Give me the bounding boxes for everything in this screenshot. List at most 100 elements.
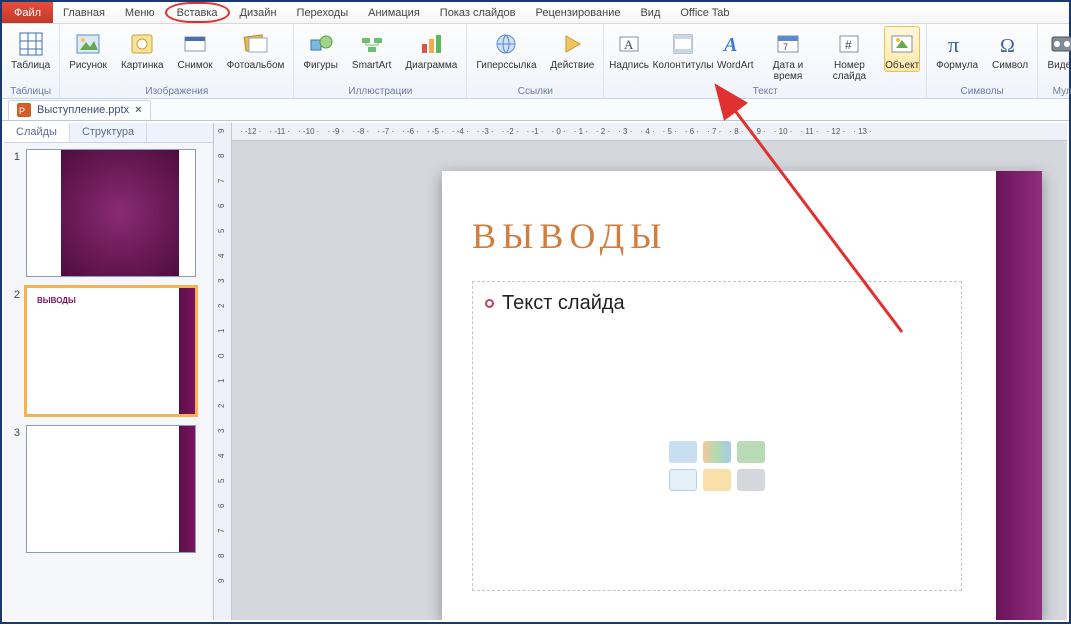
slide-thumb-1[interactable]: [26, 149, 196, 277]
smartart-button[interactable]: SmartArt: [349, 26, 394, 72]
bullet-icon: [485, 299, 494, 308]
thumb-number: 1: [8, 149, 20, 277]
datetime-label: Дата и время: [764, 60, 811, 82]
placeholder-icons[interactable]: [669, 441, 765, 491]
tab-menu[interactable]: Меню: [115, 2, 165, 23]
wordart-button[interactable]: A WordArt: [717, 26, 753, 72]
smartart-icon: [357, 29, 387, 59]
screenshot-button[interactable]: Снимок: [175, 26, 216, 72]
slidenumber-icon: #: [834, 29, 864, 59]
symbol-button[interactable]: ΩСимвол: [989, 26, 1031, 72]
insert-chart-icon[interactable]: [703, 441, 731, 463]
clipart-label: Картинка: [121, 60, 164, 71]
side-pane-tabs: Слайды Структура: [4, 123, 213, 143]
insert-picture-icon[interactable]: [669, 469, 697, 491]
insert-clipart-icon[interactable]: [703, 469, 731, 491]
svg-text:A: A: [722, 34, 737, 56]
wordart-label: WordArt: [717, 60, 754, 71]
pane-tab-outline[interactable]: Структура: [70, 123, 147, 142]
shapes-button[interactable]: Фигуры: [300, 26, 340, 72]
tab-home[interactable]: Главная: [53, 2, 115, 23]
thumb-row[interactable]: 1: [8, 149, 207, 277]
tab-file[interactable]: Файл: [2, 2, 53, 23]
object-icon: [887, 29, 917, 59]
headerfooter-button[interactable]: Колонтитулы: [656, 26, 709, 72]
insert-table-icon[interactable]: [669, 441, 697, 463]
slide-title[interactable]: ВЫВОДЫ: [472, 215, 668, 257]
slide[interactable]: ВЫВОДЫ Текст слайда: [442, 171, 1042, 620]
slide-thumbnails[interactable]: 1 2 ВЫВОДЫ 3: [4, 143, 213, 569]
tab-officetab[interactable]: Office Tab: [670, 2, 739, 23]
chart-button[interactable]: Диаграмма: [402, 26, 460, 72]
photoalbum-label: Фотоальбом: [227, 60, 285, 71]
menu-tabs: Файл Главная Меню Вставка Дизайн Переход…: [2, 2, 1069, 24]
datetime-button[interactable]: 7Дата и время: [761, 26, 814, 83]
tab-view[interactable]: Вид: [630, 2, 670, 23]
tab-slideshow[interactable]: Показ слайдов: [430, 2, 526, 23]
textbox-button[interactable]: AНадпись: [610, 26, 648, 72]
textbox-icon: A: [614, 29, 644, 59]
photoalbum-button[interactable]: Фотоальбом: [224, 26, 288, 72]
tab-animation[interactable]: Анимация: [358, 2, 430, 23]
screenshot-icon: [180, 29, 210, 59]
action-button[interactable]: Действие: [547, 26, 597, 72]
group-text-label: Текст: [610, 86, 920, 98]
slide-thumb-2[interactable]: ВЫВОДЫ: [26, 287, 196, 415]
thumb-number: 2: [8, 287, 20, 415]
bullet-line[interactable]: Текст слайда: [473, 282, 961, 325]
slide-thumb-3[interactable]: [26, 425, 196, 553]
workspace: Слайды Структура 1 2 ВЫВОДЫ 3: [4, 123, 1067, 620]
screenshot-label: Снимок: [178, 60, 213, 71]
slidenumber-label: Номер слайда: [826, 60, 873, 82]
datetime-icon: 7: [773, 29, 803, 59]
table-button[interactable]: Таблица: [8, 26, 53, 72]
thumb-number: 3: [8, 425, 20, 553]
group-illustrations-label: Иллюстрации: [300, 86, 460, 98]
group-links: Гиперссылка Действие Ссылки: [467, 24, 604, 98]
thumb-row[interactable]: 3: [8, 425, 207, 553]
tab-insert[interactable]: Вставка: [165, 2, 230, 23]
insert-media-icon[interactable]: [737, 469, 765, 491]
video-button[interactable]: Видео: [1044, 26, 1071, 72]
ribbon-insert: Таблица Таблицы Рисунок Картинка Снимок …: [2, 24, 1069, 99]
slide-gradient: [996, 171, 1042, 620]
textbox-label: Надпись: [609, 60, 649, 71]
group-links-label: Ссылки: [473, 86, 597, 98]
headerfooter-label: Колонтитулы: [653, 60, 713, 71]
shapes-label: Фигуры: [303, 60, 337, 71]
clipart-icon: [127, 29, 157, 59]
group-illustrations: Фигуры SmartArt Диаграмма Иллюстрации: [294, 24, 467, 98]
tab-transitions[interactable]: Переходы: [287, 2, 359, 23]
insert-smartart-icon[interactable]: [737, 441, 765, 463]
pane-tab-slides[interactable]: Слайды: [4, 123, 70, 142]
symbol-icon: Ω: [995, 29, 1025, 59]
action-icon: [557, 29, 587, 59]
tab-design[interactable]: Дизайн: [230, 2, 287, 23]
content-placeholder[interactable]: Текст слайда: [472, 281, 962, 591]
action-label: Действие: [550, 60, 594, 71]
clipart-button[interactable]: Картинка: [118, 26, 167, 72]
object-button[interactable]: Объект: [884, 26, 920, 72]
group-symbols: πФормула ΩСимвол Символы: [927, 24, 1038, 98]
document-tab-close[interactable]: ×: [135, 104, 141, 116]
video-label: Видео: [1047, 60, 1071, 71]
headerfooter-icon: [668, 29, 698, 59]
picture-button[interactable]: Рисунок: [66, 26, 110, 72]
group-images-label: Изображения: [66, 86, 287, 98]
slide-canvas[interactable]: ВЫВОДЫ Текст слайда: [232, 141, 1067, 620]
pptx-icon: P: [17, 103, 31, 117]
group-text: AНадпись Колонтитулы AWordArt 7Дата и вр…: [604, 24, 927, 98]
document-tab-bar: P Выступление.pptx ×: [2, 99, 1069, 121]
group-images: Рисунок Картинка Снимок Фотоальбом Изобр…: [60, 24, 294, 98]
group-media: Видео Звук Мультимедиа: [1038, 24, 1071, 98]
horizontal-ruler: · -12 ·· -11 ·· -10 ·· -9 ·· -8 ·· -7 ··…: [232, 123, 1067, 141]
document-tab[interactable]: P Выступление.pptx ×: [8, 100, 151, 120]
tab-review[interactable]: Рецензирование: [526, 2, 631, 23]
thumb-row[interactable]: 2 ВЫВОДЫ: [8, 287, 207, 415]
equation-button[interactable]: πФормула: [933, 26, 981, 72]
slidenumber-button[interactable]: #Номер слайда: [823, 26, 876, 83]
hyperlink-button[interactable]: Гиперссылка: [473, 26, 539, 72]
chart-icon: [416, 29, 446, 59]
table-icon: [16, 29, 46, 59]
svg-text:Ω: Ω: [1000, 35, 1015, 57]
